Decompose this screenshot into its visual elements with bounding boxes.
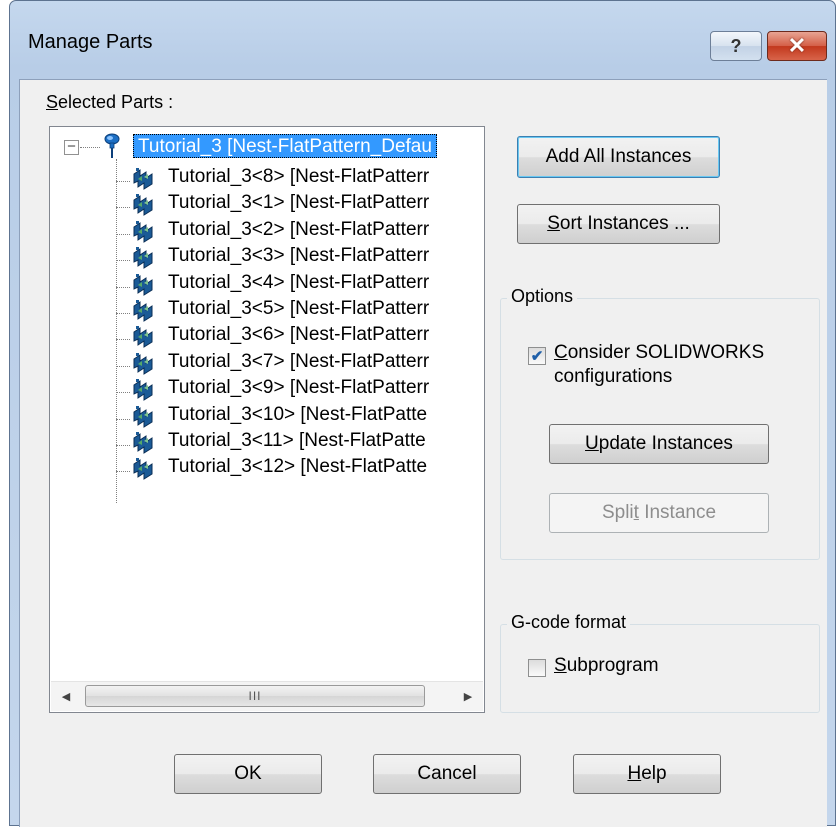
help-caption-button[interactable]: ? — [710, 31, 762, 61]
subprogram-label[interactable]: Subprogram — [554, 654, 659, 678]
tree-child-label: Tutorial_3<11> [Nest-FlatPatte — [168, 430, 426, 451]
add-all-instances-button[interactable]: Add All Instances — [517, 136, 720, 178]
gcode-format-group: G-code format Subprogram — [500, 612, 820, 713]
part-instance-icon — [128, 191, 156, 217]
title-bar[interactable]: Manage Parts ? ✕ — [10, 1, 835, 81]
part-instance-icon — [128, 165, 156, 191]
tree-child-label: Tutorial_3<9> [Nest-FlatPatterr — [168, 377, 430, 399]
tree-child-label: Tutorial_3<10> [Nest-FlatPatte — [168, 403, 428, 425]
part-instance-icon — [128, 455, 156, 481]
consider-configurations-label[interactable]: Consider SOLIDWORKS configurations — [554, 341, 764, 389]
tree-connector — [80, 147, 100, 148]
ok-button[interactable]: OK — [174, 754, 322, 794]
consider-configurations-checkbox[interactable]: ✔ — [528, 347, 546, 365]
tree-child-item[interactable]: Tutorial_3<3> [Nest-FlatPatterr — [50, 244, 484, 270]
part-instance-icon — [128, 376, 156, 402]
part-instance-icon — [128, 244, 156, 270]
tree-child-label: Tutorial_3<5> [Nest-FlatPatterr — [168, 298, 430, 319]
tree-child-item[interactable]: Tutorial_3<8> [Nest-FlatPatterr — [50, 165, 484, 191]
part-instance-icon — [128, 218, 156, 244]
tree-child-item[interactable]: Tutorial_3<11> [Nest-FlatPatte — [50, 429, 484, 455]
window-title: Manage Parts — [28, 31, 153, 53]
selected-parts-label: Selected Parts : — [46, 92, 174, 112]
part-instance-icon — [128, 429, 156, 455]
tree-child-label: Tutorial_3<4> [Nest-FlatPatterr — [168, 271, 430, 293]
cancel-button[interactable]: Cancel — [373, 754, 521, 794]
tree-child-label: Tutorial_3<3> [Nest-FlatPatterr — [168, 245, 430, 267]
close-icon: ✕ — [787, 33, 807, 58]
tree-child-item[interactable]: Tutorial_3<12> [Nest-FlatPatte — [50, 455, 484, 481]
part-instance-icon — [128, 350, 156, 376]
scroll-right-icon[interactable]: ▶ — [453, 682, 483, 711]
collapse-icon[interactable]: − — [64, 139, 79, 155]
subprogram-checkbox[interactable] — [528, 659, 546, 677]
tree-child-label: Tutorial_3<12> [Nest-FlatPatte — [168, 456, 428, 478]
selected-parts-tree[interactable]: − Tutorial_3 [Nest-FlatPattern_Defau Tut… — [49, 126, 485, 713]
horizontal-scrollbar[interactable]: ◀ III ▶ — [51, 681, 483, 711]
tree-child-label: Tutorial_3<6> [Nest-FlatPatterr — [168, 324, 430, 346]
tree-child-label: Tutorial_3<7> [Nest-FlatPatterr — [168, 350, 430, 372]
help-button[interactable]: Help — [573, 754, 721, 794]
tree-child-item[interactable]: Tutorial_3<5> [Nest-FlatPatterr — [50, 297, 484, 323]
pin-icon — [104, 133, 120, 158]
tree-child-item[interactable]: Tutorial_3<6> [Nest-FlatPatterr — [50, 323, 484, 349]
part-instance-icon — [128, 271, 156, 297]
part-instance-icon — [128, 297, 156, 323]
options-legend: Options — [507, 286, 578, 307]
gcode-format-legend: G-code format — [507, 612, 631, 633]
manage-parts-window: Manage Parts ? ✕ Selected Parts : − Tuto… — [9, 0, 836, 827]
tree-child-item[interactable]: Tutorial_3<2> [Nest-FlatPatterr — [50, 218, 484, 244]
options-group: Options ✔ Consider SOLIDWORKS configurat… — [500, 286, 820, 560]
tree-child-item[interactable]: Tutorial_3<10> [Nest-FlatPatte — [50, 403, 484, 429]
checkmark-icon: ✔ — [530, 347, 544, 365]
question-mark-icon: ? — [730, 35, 742, 56]
close-button[interactable]: ✕ — [767, 31, 827, 61]
tree-child-label: Tutorial_3<8> [Nest-FlatPatterr — [168, 166, 430, 187]
tree-root-item[interactable]: − Tutorial_3 [Nest-FlatPattern_Defau — [50, 127, 484, 158]
tree-root-label[interactable]: Tutorial_3 [Nest-FlatPattern_Defau — [133, 134, 437, 158]
tree-child-item[interactable]: Tutorial_3<1> [Nest-FlatPatterr — [50, 191, 484, 217]
update-instances-button[interactable]: Update Instances — [549, 424, 769, 464]
scroll-thumb[interactable]: III — [85, 685, 425, 707]
split-instance-button[interactable]: Split Instance — [549, 493, 769, 533]
tree-child-label: Tutorial_3<2> [Nest-FlatPatterr — [168, 218, 430, 240]
part-instance-icon — [128, 323, 156, 349]
part-instance-icon — [128, 403, 156, 429]
tree-child-item[interactable]: Tutorial_3<4> [Nest-FlatPatterr — [50, 271, 484, 297]
dialog-client-area: Selected Parts : − Tutorial_3 [Nest-Flat… — [19, 79, 827, 827]
tree-child-item[interactable]: Tutorial_3<9> [Nest-FlatPatterr — [50, 376, 484, 402]
tree-child-item[interactable]: Tutorial_3<7> [Nest-FlatPatterr — [50, 350, 484, 376]
sort-instances-button[interactable]: Sort Instances ... — [517, 204, 720, 244]
scroll-left-icon[interactable]: ◀ — [51, 682, 81, 711]
tree-child-label: Tutorial_3<1> [Nest-FlatPatterr — [168, 192, 430, 214]
